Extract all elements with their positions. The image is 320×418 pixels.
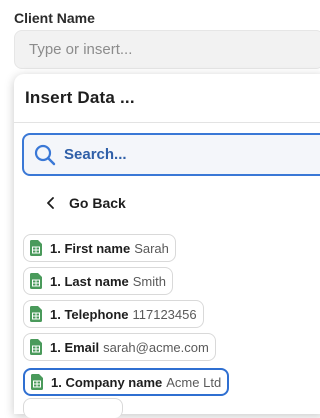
data-item[interactable]: 1. Email sarah@acme.com: [23, 333, 216, 361]
spreadsheet-icon: [30, 240, 42, 256]
spreadsheet-icon: [30, 306, 42, 322]
data-item[interactable]: 1. First name Sarah: [23, 234, 176, 262]
data-item-value: Sarah: [134, 240, 169, 256]
go-back-label: Go Back: [69, 195, 126, 211]
search-icon: [34, 144, 56, 166]
data-item[interactable]: 1. Last name Smith: [23, 267, 173, 295]
data-item-key: 1. First name: [50, 240, 131, 256]
search-input[interactable]: Search...: [22, 133, 320, 176]
data-item[interactable]: 1. Telephone 117123456: [23, 300, 204, 328]
data-item-value: Acme Ltd: [166, 374, 222, 390]
client-name-placeholder: Type or insert...: [29, 41, 133, 58]
data-item-value: 117123456: [132, 306, 197, 322]
panel-divider: [14, 122, 320, 123]
insert-data-panel: Insert Data ... Search... Go Back 1. Fir…: [14, 74, 320, 418]
client-name-input[interactable]: Type or insert...: [14, 30, 320, 69]
data-item-key: 1. Last name: [50, 273, 129, 289]
search-placeholder: Search...: [64, 146, 127, 163]
data-item-selected[interactable]: 1. Company name Acme Ltd: [23, 368, 230, 396]
spreadsheet-icon: [30, 339, 42, 355]
data-item-value: Smith: [132, 273, 166, 289]
spreadsheet-icon: [31, 374, 43, 390]
data-item-key: 1. Telephone: [50, 306, 129, 322]
chevron-left-icon: [47, 197, 57, 209]
go-back-button[interactable]: Go Back: [47, 195, 126, 211]
field-label: Client Name: [14, 10, 95, 26]
spreadsheet-icon: [30, 273, 42, 289]
data-item-value: sarah@acme.com: [103, 339, 209, 355]
panel-title: Insert Data ...: [25, 88, 135, 107]
data-item-key: 1. Company name: [51, 374, 163, 390]
data-item-key: 1. Email: [50, 339, 100, 355]
data-item-partial[interactable]: [23, 398, 123, 418]
